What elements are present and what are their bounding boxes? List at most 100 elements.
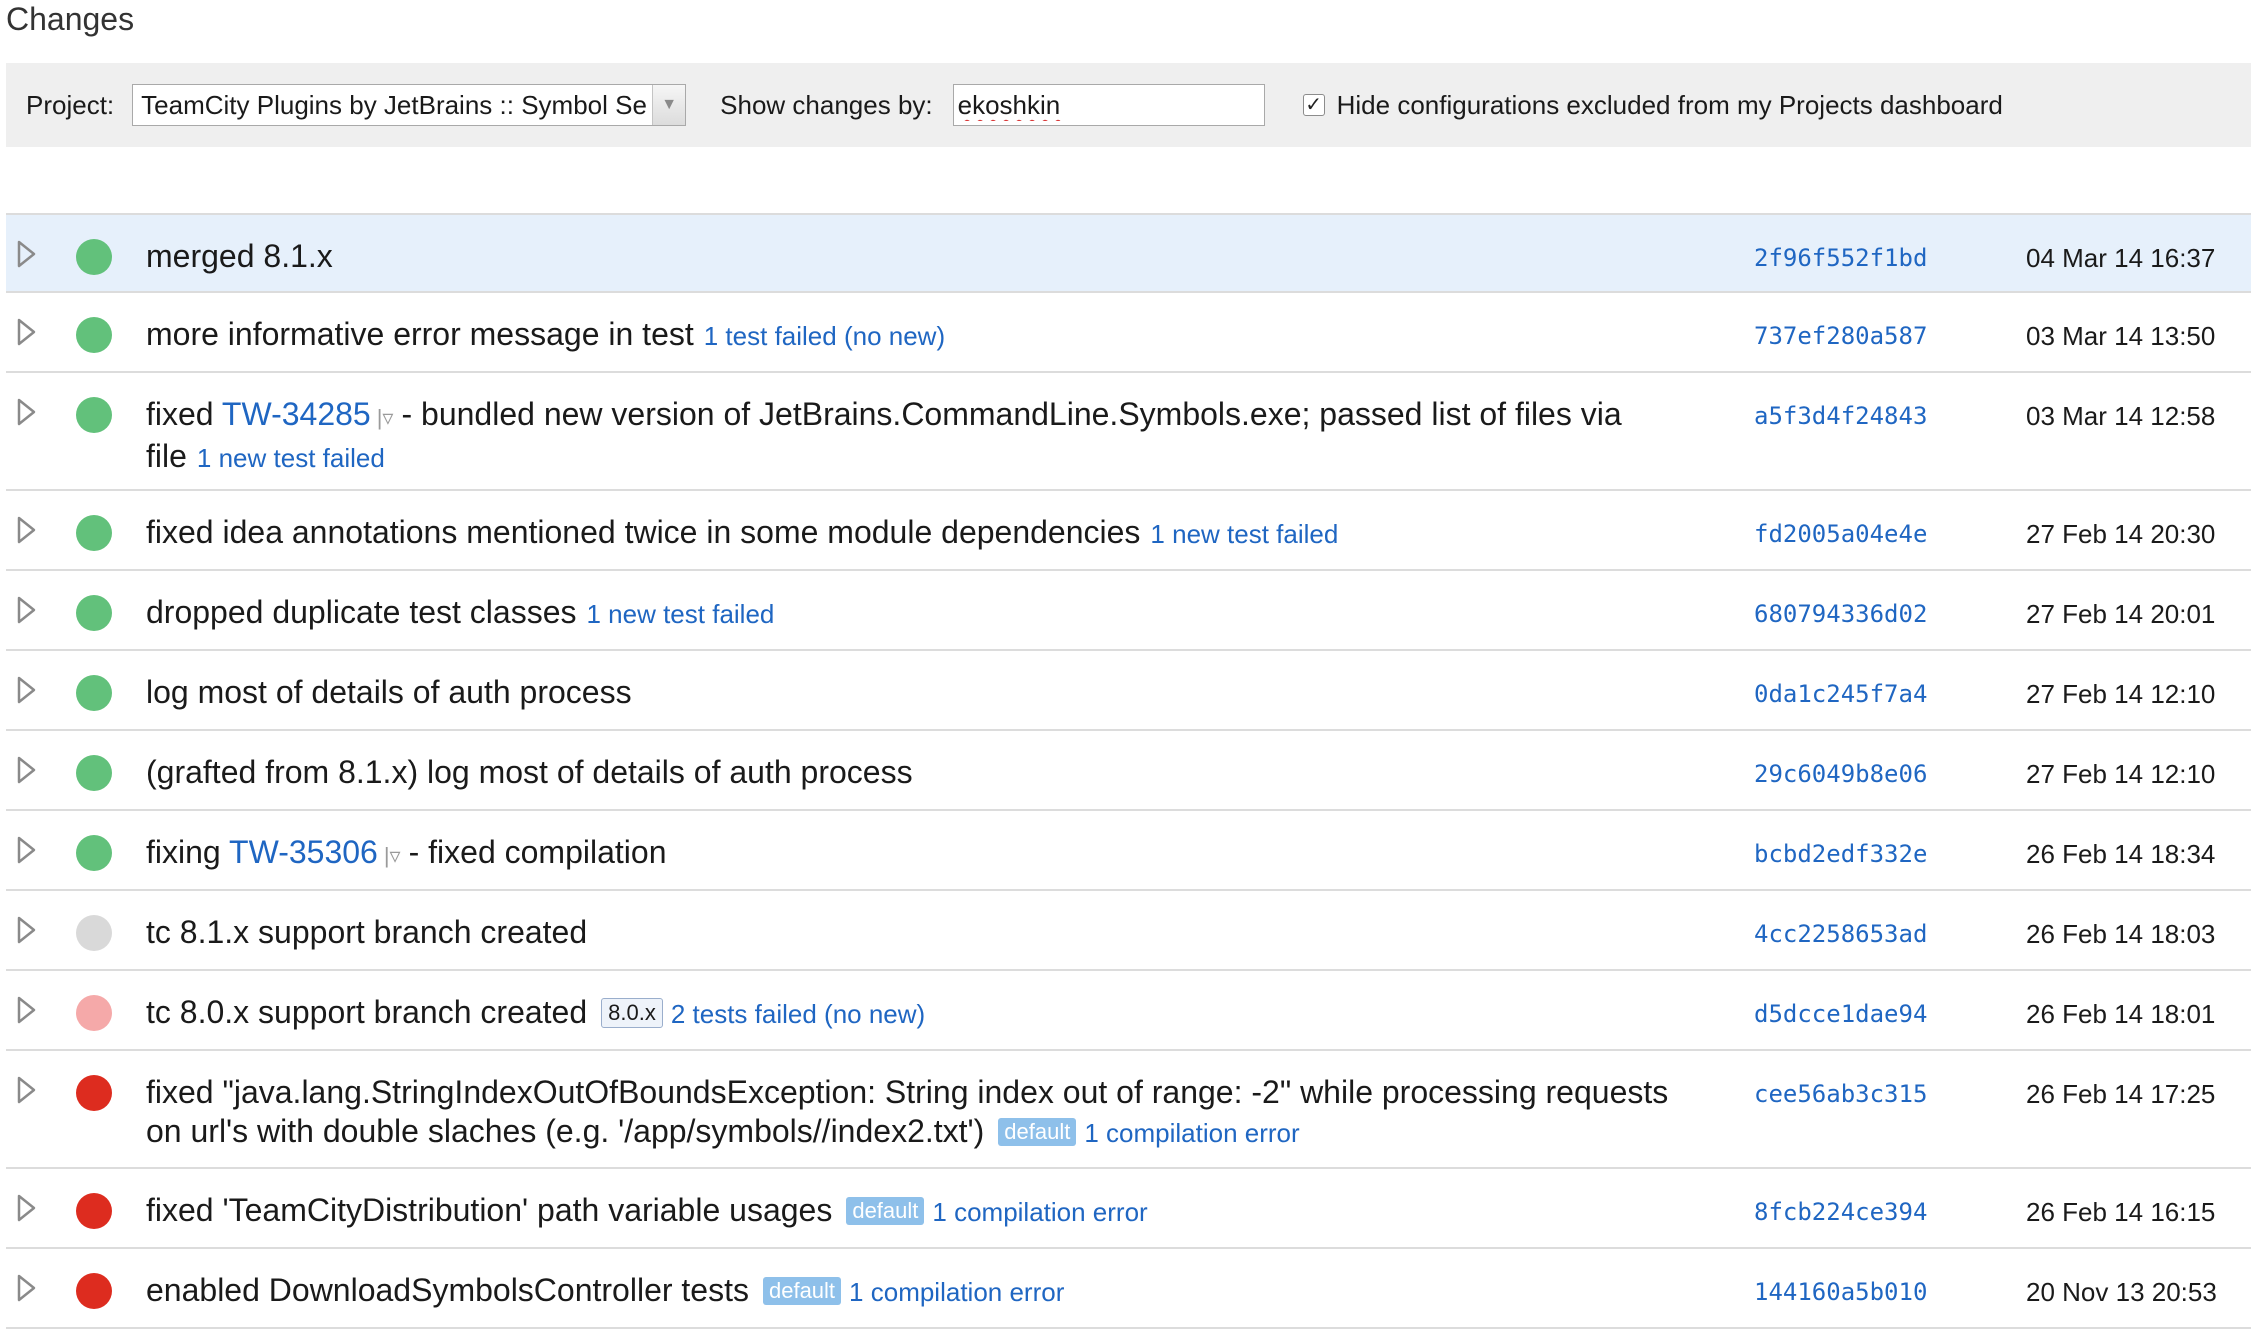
- change-row[interactable]: fixing TW-35306 |▿ - fixed compilation bcbd…: [6, 811, 2251, 891]
- build-status-icon[interactable]: [76, 239, 112, 275]
- test-status-link[interactable]: 1 new test failed: [1150, 519, 1338, 549]
- test-status-link[interactable]: 1 new test failed: [197, 443, 385, 473]
- change-comment: - fixed compilation: [408, 834, 667, 870]
- project-select-value: TeamCity Plugins by JetBrains :: Symbol …: [141, 89, 647, 120]
- change-row[interactable]: tc 8.1.x support branch created 4cc225865…: [6, 891, 2251, 971]
- expand-triangle-icon[interactable]: [16, 397, 38, 427]
- change-date: 20 Nov 13 20:53: [2026, 1277, 2217, 1307]
- issue-link[interactable]: TW-34285: [222, 396, 371, 432]
- branch-badge: default: [998, 1118, 1077, 1146]
- revision-link[interactable]: bcbd2edf332e: [1754, 835, 1927, 874]
- build-status-icon[interactable]: [76, 515, 112, 551]
- build-status-icon[interactable]: [76, 995, 112, 1031]
- expand-triangle-icon[interactable]: [16, 995, 38, 1025]
- test-status-link[interactable]: 1 test failed (no new): [704, 321, 945, 351]
- expand-triangle-icon[interactable]: [16, 835, 38, 865]
- expand-triangle-icon[interactable]: [16, 755, 38, 785]
- change-comment: fixed 'TeamCityDistribution' path variab…: [146, 1192, 833, 1228]
- expand-triangle-icon[interactable]: [16, 595, 38, 625]
- change-description: fixed idea annotations mentioned twice i…: [146, 513, 1676, 554]
- change-row[interactable]: tc 8.0.x support branch created 8.0.x 2 te…: [6, 971, 2251, 1051]
- change-row[interactable]: fixed "java.lang.StringIndexOutOfBoundsE…: [6, 1051, 2251, 1169]
- change-description: more informative error message in test 1 …: [146, 315, 1676, 356]
- expand-triangle-icon[interactable]: [16, 915, 38, 945]
- show-changes-label: Show changes by:: [720, 89, 933, 120]
- change-description: fixed TW-34285 |▿ - bundled new version of…: [146, 395, 1676, 478]
- change-row[interactable]: fixed TW-34285 |▿ - bundled new version of…: [6, 373, 2251, 491]
- change-date: 27 Feb 14 20:30: [2026, 519, 2216, 549]
- revision-link[interactable]: 680794336d02: [1754, 595, 1927, 634]
- revision-link[interactable]: fd2005a04e4e: [1754, 515, 1927, 554]
- revision-link[interactable]: 0da1c245f7a4: [1754, 675, 1927, 714]
- change-row[interactable]: (grafted from 8.1.x) log most of details…: [6, 731, 2251, 811]
- issue-menu-icon[interactable]: |▿: [377, 398, 394, 437]
- revision-link[interactable]: 8fcb224ce394: [1754, 1193, 1927, 1232]
- test-status-link[interactable]: 1 compilation error: [1084, 1118, 1299, 1148]
- change-comment: tc 8.0.x support branch created: [146, 994, 588, 1030]
- change-comment: (grafted from 8.1.x) log most of details…: [146, 754, 913, 790]
- test-status-link[interactable]: 1 compilation error: [932, 1197, 1147, 1227]
- expand-triangle-icon[interactable]: [16, 1193, 38, 1223]
- build-status-icon[interactable]: [76, 1273, 112, 1309]
- expand-triangle-icon[interactable]: [16, 239, 38, 269]
- change-comment: fixed: [146, 396, 222, 432]
- build-status-icon[interactable]: [76, 675, 112, 711]
- test-status-link[interactable]: 2 tests failed (no new): [671, 999, 925, 1029]
- change-description: fixed "java.lang.StringIndexOutOfBoundsE…: [146, 1073, 1676, 1153]
- build-status-icon[interactable]: [76, 755, 112, 791]
- build-status-icon[interactable]: [76, 595, 112, 631]
- change-description: fixed 'TeamCityDistribution' path variab…: [146, 1191, 1676, 1232]
- branch-badge: default: [846, 1197, 925, 1225]
- change-row[interactable]: fixed 'TeamCityDistribution' path variab…: [6, 1169, 2251, 1249]
- change-comment: log most of details of auth process: [146, 674, 632, 710]
- change-row[interactable]: dropped duplicate test classes 1 new test…: [6, 571, 2251, 651]
- expand-triangle-icon[interactable]: [16, 1075, 38, 1105]
- change-list: merged 8.1.x 2f96f552f1bd 04 Mar 14 16:37 m…: [6, 213, 2251, 1329]
- change-description: tc 8.0.x support branch created 8.0.x 2 te…: [146, 993, 1676, 1034]
- build-status-icon[interactable]: [76, 397, 112, 433]
- change-description: merged 8.1.x: [146, 237, 1676, 276]
- build-status-icon[interactable]: [76, 1193, 112, 1229]
- issue-link[interactable]: TW-35306: [229, 834, 378, 870]
- issue-menu-icon[interactable]: |▿: [384, 836, 401, 875]
- filter-bar: Project: TeamCity Plugins by JetBrains :…: [6, 63, 2251, 147]
- revision-link[interactable]: 737ef280a587: [1754, 317, 1927, 356]
- expand-triangle-icon[interactable]: [16, 515, 38, 545]
- project-select[interactable]: TeamCity Plugins by JetBrains :: Symbol …: [132, 84, 687, 126]
- revision-link[interactable]: 4cc2258653ad: [1754, 915, 1927, 954]
- expand-triangle-icon[interactable]: [16, 317, 38, 347]
- expand-triangle-icon[interactable]: [16, 1273, 38, 1303]
- branch-badge: 8.0.x: [601, 998, 663, 1028]
- hide-excluded-checkbox[interactable]: ✓: [1302, 94, 1325, 116]
- project-label: Project:: [26, 89, 115, 120]
- revision-link[interactable]: d5dcce1dae94: [1754, 995, 1927, 1034]
- build-status-icon[interactable]: [76, 915, 112, 951]
- test-status-link[interactable]: 1 compilation error: [849, 1277, 1064, 1307]
- revision-link[interactable]: 29c6049b8e06: [1754, 755, 1927, 794]
- change-row[interactable]: merged 8.1.x 2f96f552f1bd 04 Mar 14 16:37: [6, 213, 2251, 293]
- change-row[interactable]: enabled DownloadSymbolsController tests d…: [6, 1249, 2251, 1329]
- build-status-icon[interactable]: [76, 835, 112, 871]
- change-date: 26 Feb 14 18:34: [2026, 839, 2216, 869]
- revision-link[interactable]: 144160a5b010: [1754, 1273, 1927, 1312]
- chevron-down-icon[interactable]: ▼: [652, 85, 686, 125]
- change-date: 04 Mar 14 16:37: [2026, 243, 2216, 273]
- change-row[interactable]: log most of details of auth process 0da1c…: [6, 651, 2251, 731]
- change-comment: more informative error message in test: [146, 316, 694, 352]
- expand-triangle-icon[interactable]: [16, 675, 38, 705]
- build-status-icon[interactable]: [76, 317, 112, 353]
- hide-excluded-label[interactable]: Hide configurations excluded from my Pro…: [1337, 90, 2003, 121]
- change-date: 27 Feb 14 12:10: [2026, 679, 2216, 709]
- revision-link[interactable]: 2f96f552f1bd: [1754, 239, 1927, 278]
- user-filter-input[interactable]: [952, 84, 1265, 126]
- change-row[interactable]: more informative error message in test 1 …: [6, 293, 2251, 373]
- change-date: 03 Mar 14 13:50: [2026, 321, 2216, 351]
- change-comment: tc 8.1.x support branch created: [146, 914, 588, 950]
- change-date: 26 Feb 14 17:25: [2026, 1079, 2216, 1109]
- change-comment: fixing: [146, 834, 230, 870]
- build-status-icon[interactable]: [76, 1075, 112, 1111]
- change-row[interactable]: fixed idea annotations mentioned twice i…: [6, 491, 2251, 571]
- revision-link[interactable]: a5f3d4f24843: [1754, 397, 1927, 436]
- test-status-link[interactable]: 1 new test failed: [586, 599, 774, 629]
- revision-link[interactable]: cee56ab3c315: [1754, 1075, 1927, 1114]
